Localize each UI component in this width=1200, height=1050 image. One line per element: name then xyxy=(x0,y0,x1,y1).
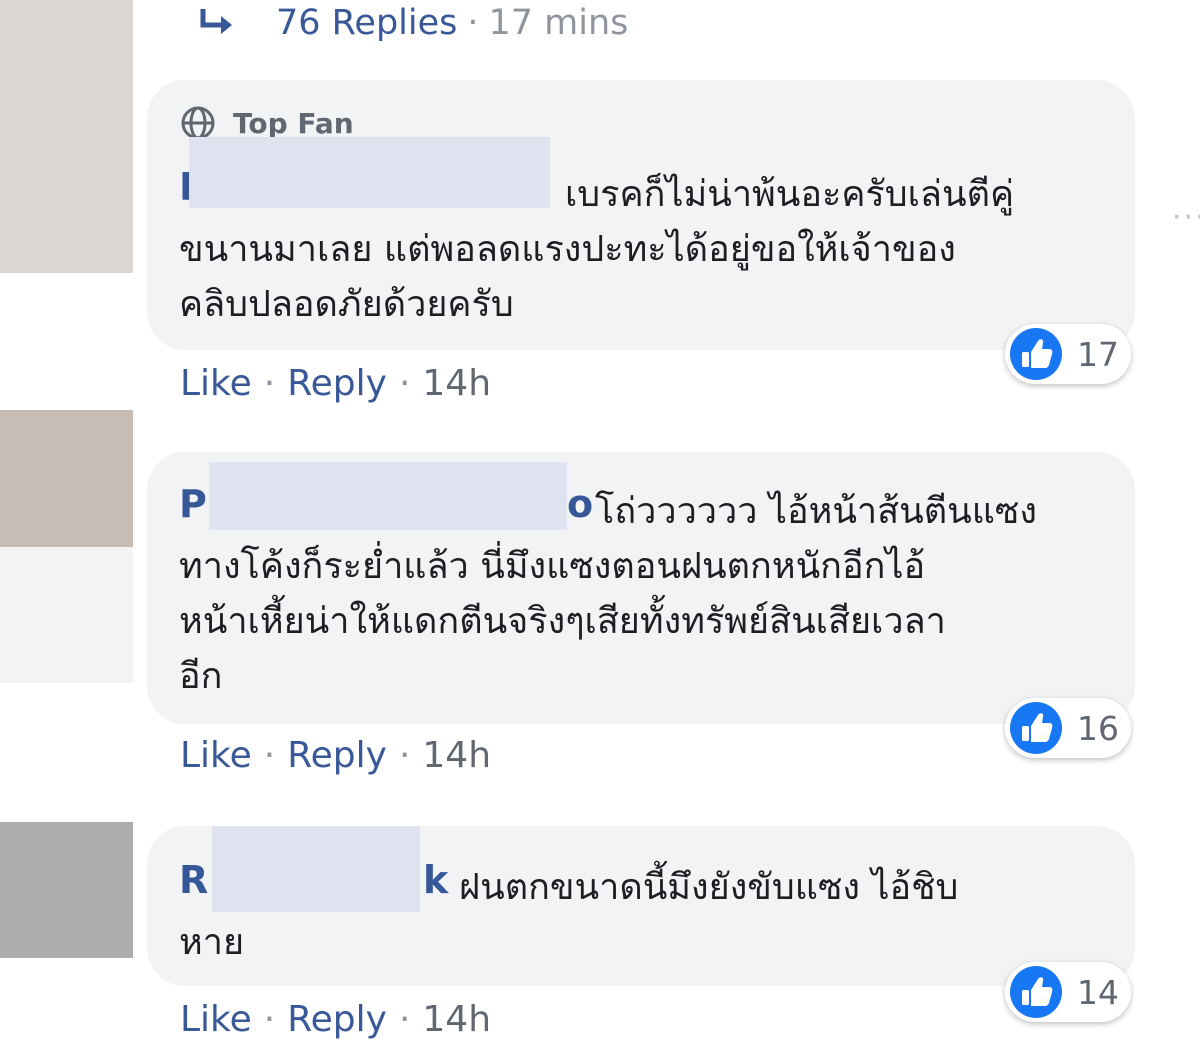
comment-text: หาย xyxy=(179,922,245,963)
comment-bubble: P o โถ่วววววว ไอ้หน้าส้นตีนแซง ทางโค้งก็… xyxy=(147,452,1135,724)
like-button[interactable]: Like xyxy=(180,735,252,776)
comment-actions: Like · Reply · 14h xyxy=(180,360,491,406)
comment-text: โถ่วววววว ไอ้หน้าส้นตีนแซง xyxy=(595,491,1037,532)
replies-time: 17 mins xyxy=(488,3,629,43)
comment-time[interactable]: 14h xyxy=(422,735,491,776)
comment-text: อีก xyxy=(179,656,223,697)
reaction-number: 17 xyxy=(1077,334,1119,374)
separator: · xyxy=(398,998,411,1040)
reply-button[interactable]: Reply xyxy=(287,735,387,776)
comment-text: ทางโค้งก็ระย่ำแล้ว นี่มึงแซงตอนฝนตกหนักอ… xyxy=(179,546,926,587)
comment-actions: Like · Reply · 14h xyxy=(180,732,491,778)
redacted-name xyxy=(209,462,567,530)
view-replies-link[interactable]: 76 Replies · 17 mins xyxy=(195,0,628,46)
comment-actions: Like · Reply · 14h xyxy=(180,996,491,1042)
reply-button[interactable]: Reply xyxy=(287,363,387,404)
commenter-name-end[interactable]: o xyxy=(567,482,593,526)
comment-time[interactable]: 14h xyxy=(422,999,491,1040)
commenter-name-end[interactable]: k xyxy=(423,858,448,902)
reaction-number: 16 xyxy=(1077,708,1119,748)
like-icon xyxy=(1010,702,1062,754)
commenter-name[interactable]: P xyxy=(179,482,207,526)
like-icon xyxy=(1010,328,1062,380)
reaction-count[interactable]: 17 xyxy=(1005,324,1131,384)
reaction-count[interactable]: 16 xyxy=(1005,698,1131,758)
redacted-name xyxy=(212,826,420,912)
separator: · xyxy=(263,734,276,776)
replies-count[interactable]: 76 Replies xyxy=(276,3,457,43)
avatar[interactable] xyxy=(0,822,133,958)
commenter-name[interactable]: R xyxy=(179,858,208,902)
separator: · xyxy=(398,734,411,776)
reply-button[interactable]: Reply xyxy=(287,999,387,1040)
more-options-icon[interactable]: ··· xyxy=(1172,200,1200,235)
comment-text: เบรคก็ไม่น่าพ้นอะครับเล่นตีคู่ xyxy=(565,174,1015,215)
reaction-number: 14 xyxy=(1077,972,1119,1012)
redacted-name xyxy=(189,137,550,208)
avatar[interactable] xyxy=(0,0,133,273)
comment-text: ฝนตกขนาดนี้มึงยังขับแซง ไอ้ชิบ xyxy=(459,867,959,908)
separator: · xyxy=(467,3,479,43)
like-button[interactable]: Like xyxy=(180,363,252,404)
like-button[interactable]: Like xyxy=(180,999,252,1040)
like-icon xyxy=(1010,966,1062,1018)
comment-time[interactable]: 14h xyxy=(422,363,491,404)
comment-bubble: Top Fan F เบรคก็ไม่น่าพ้นอะครับเล่นตีคู่… xyxy=(147,80,1135,350)
comment-text: ขนานมาเลย แต่พอลดแรงปะทะได้อยู่ขอให้เจ้า… xyxy=(179,229,956,270)
avatar[interactable] xyxy=(0,547,133,683)
avatar[interactable] xyxy=(0,410,133,547)
separator: · xyxy=(263,998,276,1040)
comment-bubble: R k ฝนตกขนาดนี้มึงยังขับแซง ไอ้ชิบ หาย xyxy=(147,826,1135,986)
reply-arrow-icon xyxy=(200,9,232,34)
comment-text: หน้าเหี้ยน่าให้แดกตีนจริงๆเสียทั้งทรัพย์… xyxy=(179,601,946,642)
separator: · xyxy=(263,362,276,404)
top-fan-label: Top Fan xyxy=(233,106,354,140)
comment-text: คลิบปลอดภัยด้วยครับ xyxy=(179,284,514,325)
reaction-count[interactable]: 14 xyxy=(1005,962,1131,1022)
separator: · xyxy=(398,362,411,404)
